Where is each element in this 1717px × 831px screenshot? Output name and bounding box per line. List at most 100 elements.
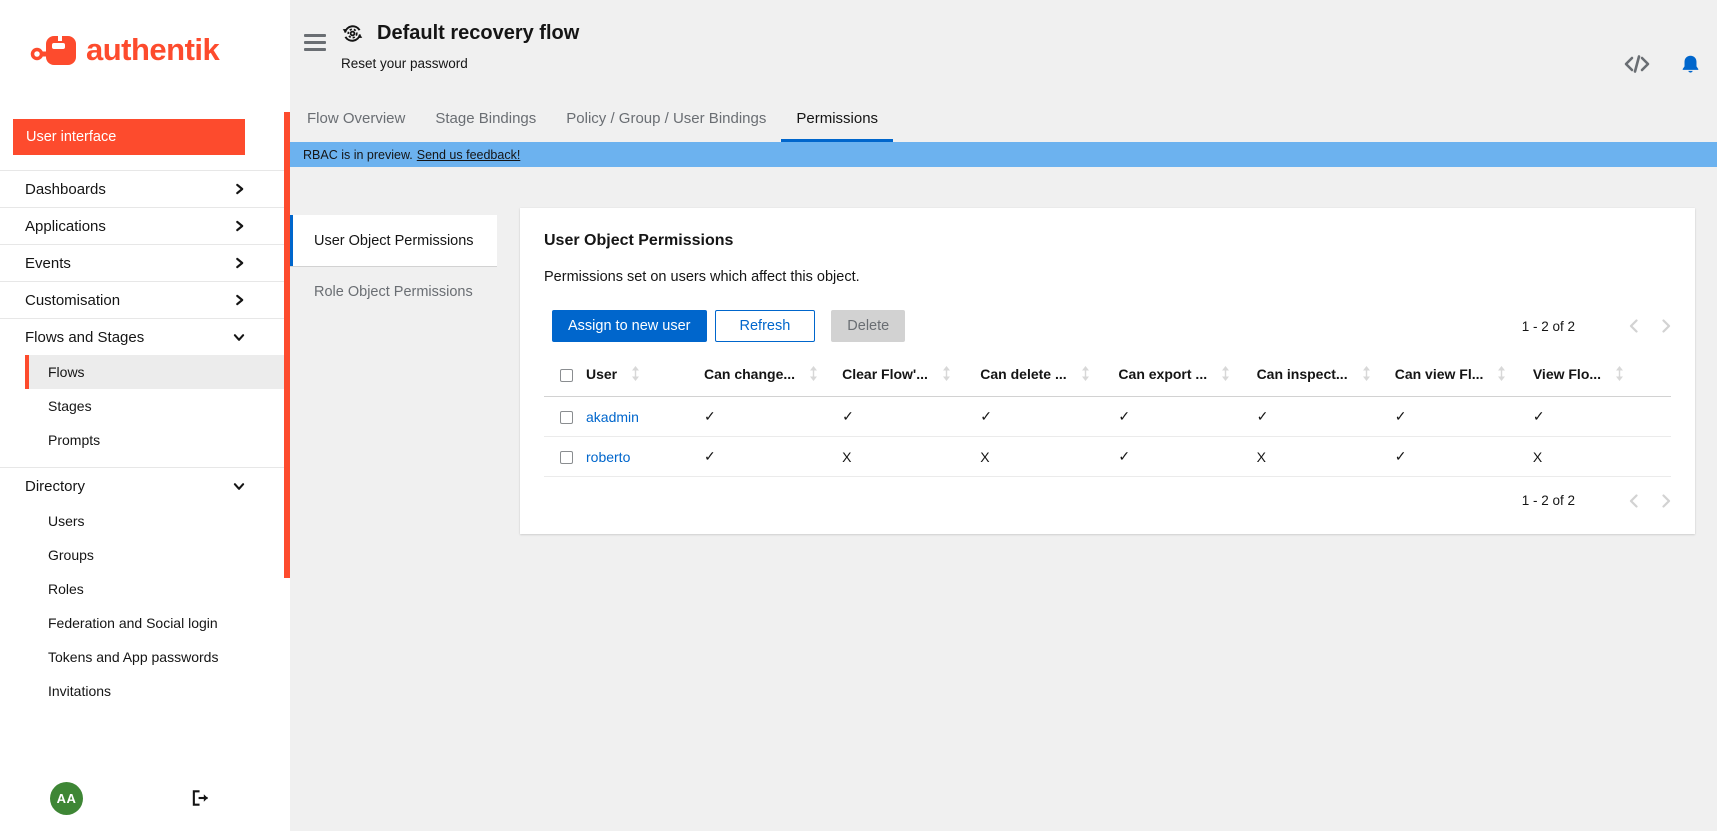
permissions-table: User Can change...Clear Flow'...Can delet…	[544, 358, 1671, 477]
chevron-left-icon	[1629, 494, 1638, 508]
column-header-can-view-fl[interactable]: Can view Fl...	[1395, 358, 1533, 397]
column-label: Can export ...	[1118, 366, 1207, 382]
tab-flow-overview[interactable]: Flow Overview	[292, 97, 420, 142]
check-glyph: ✓	[704, 448, 716, 464]
sort-icon[interactable]	[942, 366, 951, 381]
pagination-label: 1 - 2 of 2	[1522, 493, 1575, 508]
tab-permissions[interactable]: Permissions	[781, 97, 893, 142]
permission-granted-cell: ✓	[1395, 397, 1533, 437]
chevron-down-icon	[233, 332, 245, 343]
sidebar-section-user-interface[interactable]: User interface	[13, 119, 245, 155]
sidebar-item-invitations[interactable]: Invitations	[0, 674, 284, 708]
permissions-card: User Object Permissions Permissions set …	[520, 208, 1695, 534]
assign-to-new-user-button[interactable]: Assign to new user	[552, 310, 707, 342]
sort-icon[interactable]	[809, 366, 818, 381]
sidebar-item-flows-and-stages[interactable]: Flows and Stages	[0, 318, 284, 355]
sort-icon[interactable]	[1221, 366, 1230, 381]
sidebar-item-events[interactable]: Events	[0, 244, 284, 281]
refresh-button[interactable]: Refresh	[715, 310, 816, 342]
tab-role-object-permissions[interactable]: Role Object Permissions	[290, 266, 497, 317]
permission-denied-cell: X	[1257, 437, 1395, 477]
sidebar-item-customisation[interactable]: Customisation	[0, 281, 284, 318]
delete-button[interactable]: Delete	[831, 310, 905, 342]
table-row-akadmin: akadmin✓✓✓✓✓✓✓	[544, 397, 1671, 437]
permission-granted-cell: ✓	[704, 437, 842, 477]
feedback-link[interactable]: Send us feedback!	[417, 148, 521, 162]
x-glyph: X	[842, 449, 851, 465]
hamburger-icon[interactable]	[304, 34, 326, 97]
flow-icon	[341, 22, 364, 45]
object-permission-tabs: User Object Permissions Role Object Perm…	[290, 215, 497, 317]
check-glyph: ✓	[1118, 408, 1130, 424]
column-header-view-flo[interactable]: View Flo...	[1533, 358, 1671, 397]
permission-granted-cell: ✓	[1395, 437, 1533, 477]
column-header-clear-flow[interactable]: Clear Flow'...	[842, 358, 980, 397]
sidebar-item-groups[interactable]: Groups	[0, 538, 284, 572]
sort-icon[interactable]	[1081, 366, 1090, 381]
sidebar-item-federation-and-social-login[interactable]: Federation and Social login	[0, 606, 284, 640]
user-link-akadmin[interactable]: akadmin	[586, 409, 639, 425]
sidebar-item-prompts[interactable]: Prompts	[0, 423, 284, 457]
column-header-can-inspect[interactable]: Can inspect...	[1257, 358, 1395, 397]
main-area: Default recovery flow Reset your passwor…	[290, 0, 1717, 831]
permission-denied-cell: X	[1533, 437, 1671, 477]
avatar-initials: AA	[57, 791, 77, 806]
sidebar-item-applications[interactable]: Applications	[0, 207, 284, 244]
sidebar-item-users[interactable]: Users	[0, 504, 284, 538]
prev-page-button[interactable]	[1629, 319, 1638, 333]
user-link-roberto[interactable]: roberto	[586, 449, 630, 465]
column-label: Can view Fl...	[1395, 366, 1484, 382]
authentik-logo[interactable]: authentik	[30, 29, 219, 71]
sidebar-item-label: Stages	[48, 398, 92, 414]
sidebar-scrollbar[interactable]	[284, 112, 290, 578]
sidebar-item-label: Groups	[48, 547, 94, 563]
chevron-right-icon	[234, 294, 245, 306]
chevron-right-icon	[1662, 319, 1671, 333]
prev-page-button[interactable]	[1629, 494, 1638, 508]
sidebar-item-label: Tokens and App passwords	[48, 649, 218, 665]
avatar[interactable]: AA	[50, 782, 83, 815]
page-header: Default recovery flow Reset your passwor…	[290, 0, 1717, 97]
notifications-button[interactable]	[1681, 54, 1700, 74]
tab-bar: Flow OverviewStage BindingsPolicy / Grou…	[290, 97, 1717, 142]
column-header-can-export[interactable]: Can export ...	[1118, 358, 1256, 397]
sort-icon[interactable]	[631, 366, 640, 381]
tab-stage-bindings[interactable]: Stage Bindings	[420, 97, 551, 142]
tab-policy-group-user-bindings[interactable]: Policy / Group / User Bindings	[551, 97, 781, 142]
column-header-can-delete[interactable]: Can delete ...	[980, 358, 1118, 397]
next-page-button[interactable]	[1662, 494, 1671, 508]
check-glyph: ✓	[1533, 408, 1545, 424]
column-label: User	[586, 366, 617, 382]
sort-icon[interactable]	[1362, 366, 1371, 381]
check-glyph: ✓	[1395, 448, 1407, 464]
sort-icon[interactable]	[1615, 366, 1624, 381]
sidebar-item-stages[interactable]: Stages	[0, 389, 284, 423]
column-header-user[interactable]: User	[586, 358, 704, 397]
card-title: User Object Permissions	[544, 232, 1671, 250]
sidebar-nav: DashboardsApplicationsEventsCustomisatio…	[0, 170, 284, 761]
pagination-top: 1 - 2 of 2	[1522, 319, 1671, 334]
column-label: View Flo...	[1533, 366, 1601, 382]
row-checkbox[interactable]	[560, 411, 573, 424]
sort-icon[interactable]	[1497, 366, 1506, 381]
chevron-right-icon	[1662, 494, 1671, 508]
column-header-can-change[interactable]: Can change...	[704, 358, 842, 397]
sidebar-item-dashboards[interactable]: Dashboards	[0, 170, 284, 207]
content-area: User Object Permissions Role Object Perm…	[290, 167, 1717, 831]
sidebar-item-tokens-and-app-passwords[interactable]: Tokens and App passwords	[0, 640, 284, 674]
column-label: Can inspect...	[1257, 366, 1348, 382]
brand-name: authentik	[86, 32, 219, 68]
x-glyph: X	[1533, 449, 1542, 465]
sidebar-item-directory[interactable]: Directory	[0, 467, 284, 504]
row-checkbox[interactable]	[560, 451, 573, 464]
sidebar-item-roles[interactable]: Roles	[0, 572, 284, 606]
sign-out-icon	[191, 789, 210, 807]
select-all-checkbox[interactable]	[560, 369, 573, 382]
logout-button[interactable]	[191, 789, 210, 807]
sidebar-item-flows[interactable]: Flows	[25, 355, 284, 389]
api-button[interactable]	[1623, 54, 1651, 74]
tab-user-object-permissions[interactable]: User Object Permissions	[290, 215, 497, 266]
next-page-button[interactable]	[1662, 319, 1671, 333]
logo-area: authentik	[0, 0, 284, 100]
permission-granted-cell: ✓	[1118, 397, 1256, 437]
